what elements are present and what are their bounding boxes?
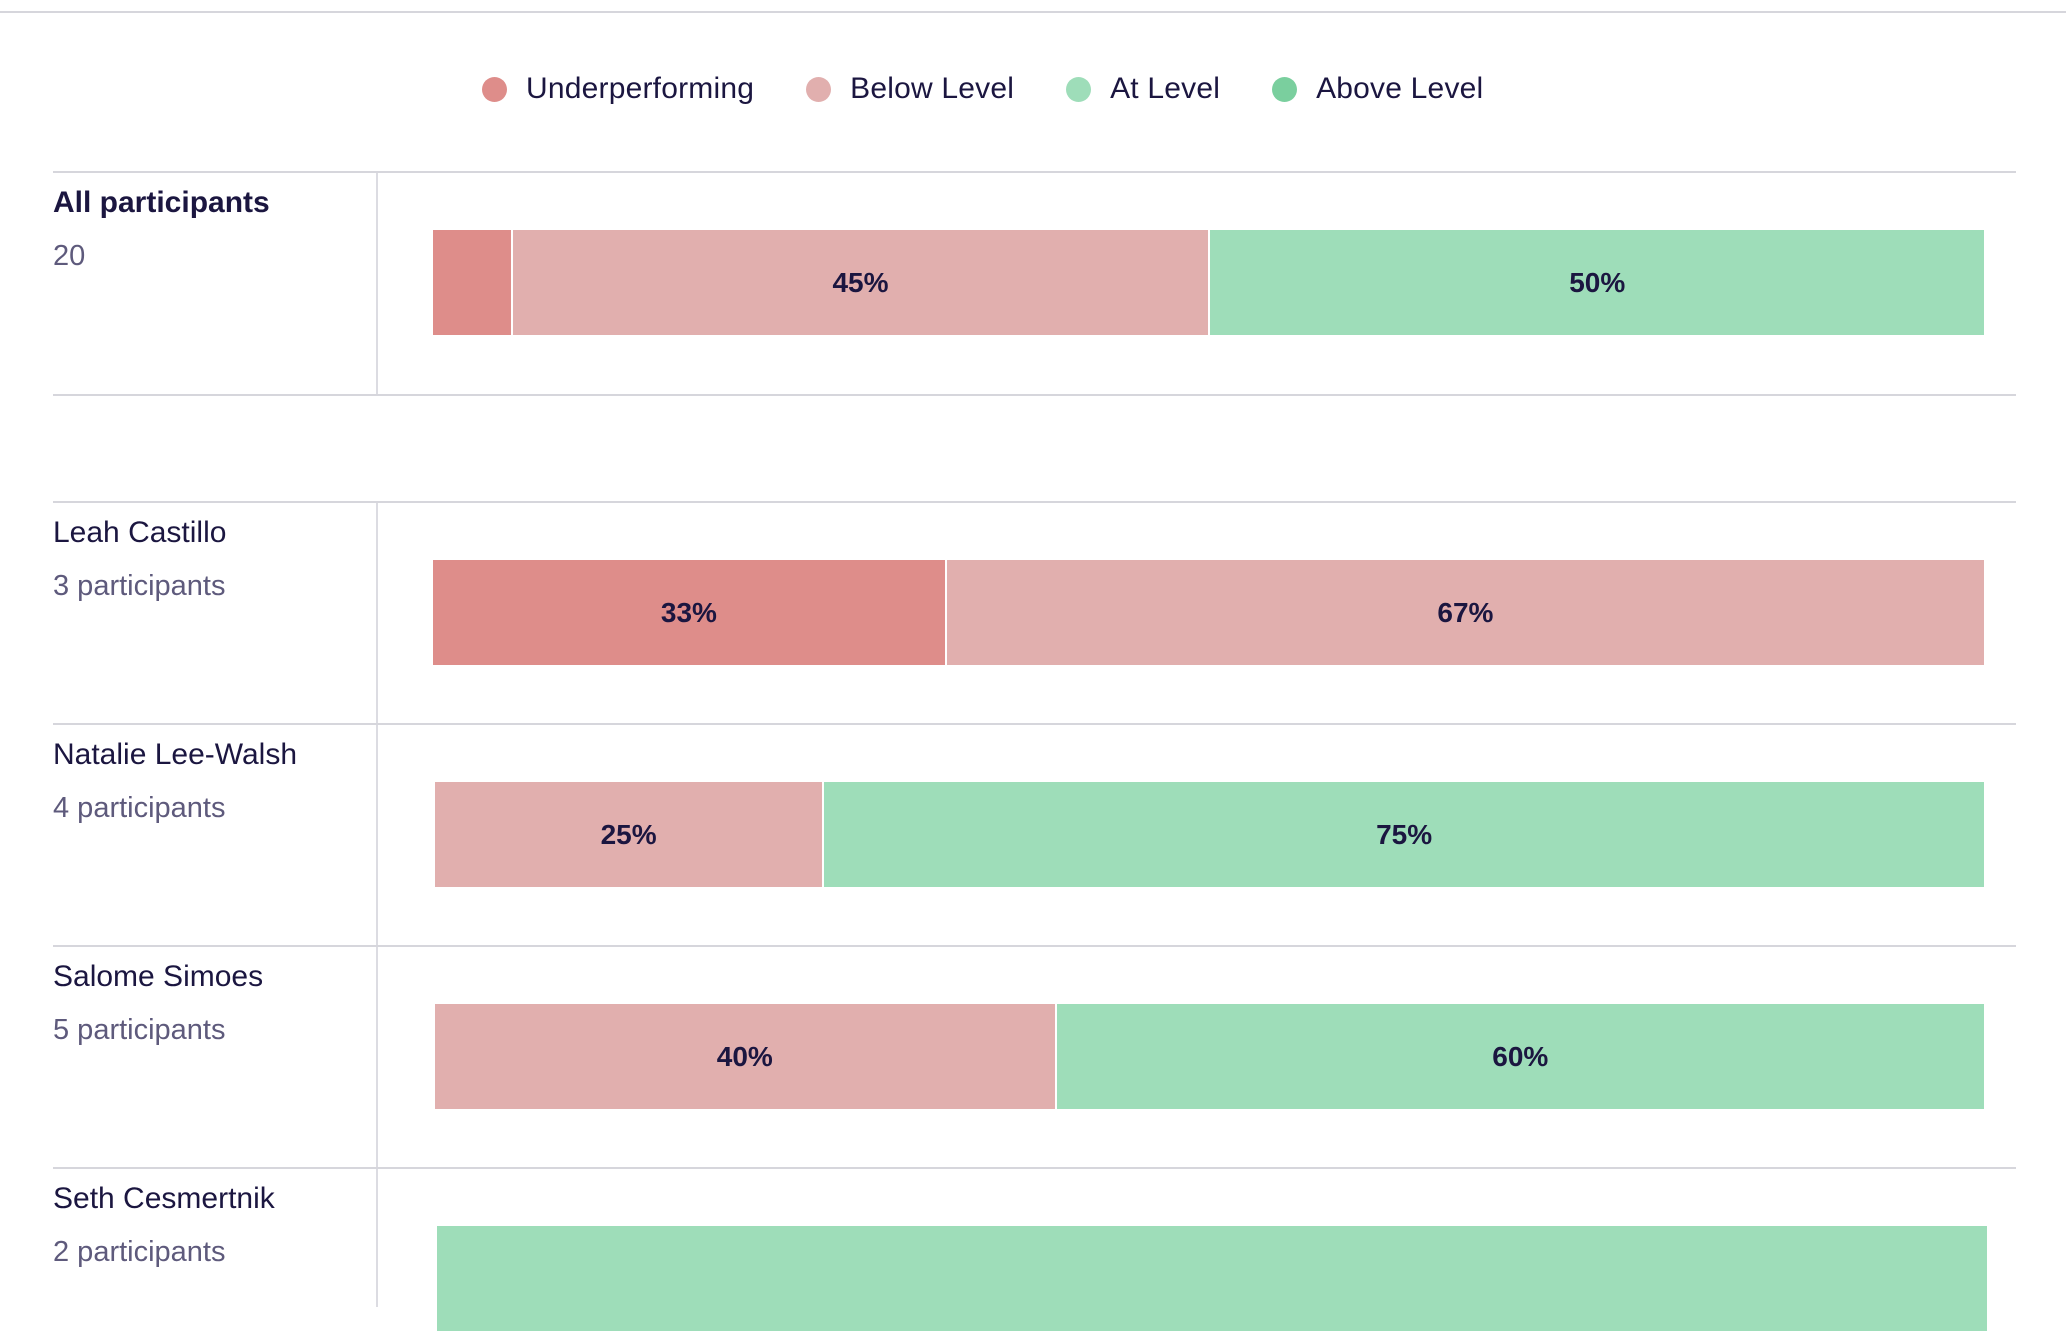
bar-segment-underperforming[interactable] (433, 230, 511, 335)
bar-segment-label: 60% (1492, 1040, 1549, 1072)
row-label-cell: Natalie Lee-Walsh 4 participants (53, 725, 378, 945)
row-all-participants: All participants 20 45% 50% (53, 171, 2016, 396)
bar-segment-at-level[interactable]: 50% (1208, 230, 1984, 335)
legend-item-at-level[interactable]: At Level (1066, 72, 1220, 106)
legend-label: Above Level (1316, 72, 1484, 105)
row-natalie-lee-walsh: Natalie Lee-Walsh 4 participants 25% 75% (53, 723, 2016, 945)
row-salome-simoes: Salome Simoes 5 participants 40% 60% (53, 945, 2016, 1167)
stacked-bar[interactable] (437, 1226, 1987, 1331)
row-count: 4 participants (53, 792, 226, 824)
bar-segment-label: 75% (1376, 818, 1433, 850)
row-label-cell: Salome Simoes 5 participants (53, 947, 378, 1167)
row-label-cell: Leah Castillo 3 participants (53, 503, 378, 723)
chart-legend: Underperforming Below Level At Level Abo… (482, 70, 1483, 108)
stacked-bar[interactable]: 45% 50% (433, 230, 1984, 335)
bar-segment-label: 67% (1437, 596, 1494, 628)
row-name: Seth Cesmertnik (53, 1182, 275, 1215)
bar-segment-at-level[interactable] (437, 1226, 1987, 1331)
bar-segment-label: 50% (1569, 266, 1626, 298)
legend-dot-underperforming-icon (482, 76, 507, 102)
row-seth-cesmertnik: Seth Cesmertnik 2 participants (53, 1167, 2016, 1331)
bar-segment-label: 45% (832, 266, 889, 298)
row-count: 5 participants (53, 1014, 226, 1046)
bar-segment-at-level[interactable]: 60% (1054, 1004, 1984, 1109)
bar-segment-below-level[interactable]: 67% (944, 560, 1984, 665)
row-label-cell: All participants 20 (53, 173, 378, 394)
legend-item-above-level[interactable]: Above Level (1272, 72, 1483, 106)
row-count: 2 participants (53, 1236, 226, 1268)
bar-segment-label: 25% (600, 818, 657, 850)
legend-dot-at-level-icon (1066, 76, 1092, 102)
row-name: Leah Castillo (53, 516, 227, 549)
bar-segment-below-level[interactable]: 45% (510, 230, 1209, 335)
stacked-bar[interactable]: 33% 67% (433, 560, 1984, 665)
bar-segment-label: 40% (716, 1040, 773, 1072)
row-count: 3 participants (53, 570, 226, 602)
legend-item-underperforming[interactable]: Underperforming (482, 72, 754, 106)
bar-segment-underperforming[interactable]: 33% (433, 560, 945, 665)
stacked-bar[interactable]: 40% 60% (435, 1004, 1984, 1109)
legend-item-below-level[interactable]: Below Level (806, 72, 1014, 106)
legend-label: Underperforming (526, 72, 755, 105)
row-name: Natalie Lee-Walsh (53, 738, 297, 771)
row-label-cell: Seth Cesmertnik 2 participants (53, 1169, 378, 1307)
row-leah-castillo: Leah Castillo 3 participants 33% 67% (53, 501, 2016, 723)
stacked-bar[interactable]: 25% 75% (435, 782, 1984, 887)
bar-segment-below-level[interactable]: 25% (435, 782, 823, 887)
legend-dot-above-level-icon (1272, 76, 1298, 102)
bar-segment-below-level[interactable]: 40% (435, 1004, 1055, 1109)
top-divider (0, 11, 2066, 13)
legend-label: Below Level (850, 72, 1015, 105)
bar-segment-label: 33% (660, 596, 717, 628)
legend-label: At Level (1110, 72, 1221, 105)
row-name: Salome Simoes (53, 960, 264, 993)
legend-dot-below-level-icon (806, 76, 832, 102)
bar-segment-at-level[interactable]: 75% (822, 782, 1984, 887)
row-name: All participants (53, 186, 270, 219)
row-count: 20 (53, 240, 86, 272)
